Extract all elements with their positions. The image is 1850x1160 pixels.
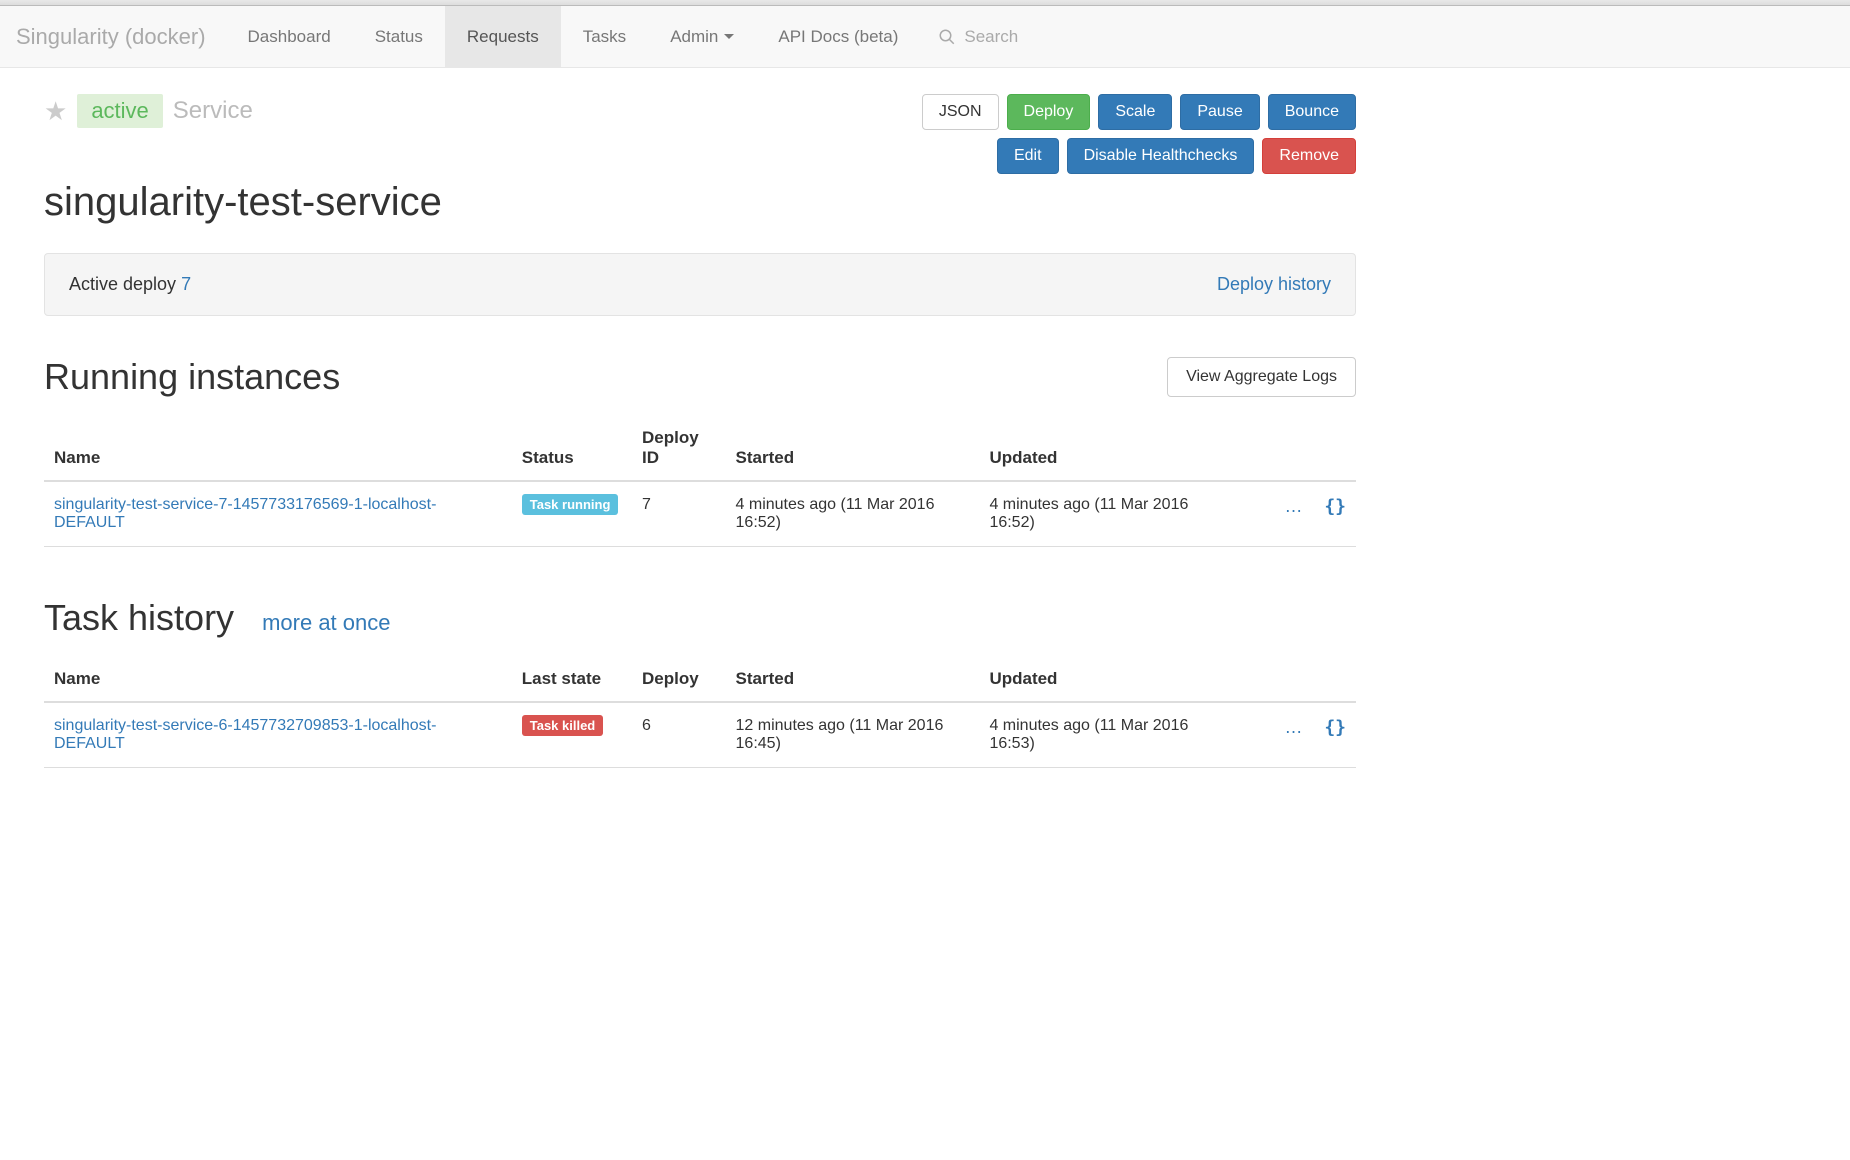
task-name-link[interactable]: singularity-test-service-7-1457733176569… bbox=[54, 496, 436, 531]
col-json bbox=[1314, 657, 1356, 702]
deploy-button[interactable]: Deploy bbox=[1007, 94, 1091, 130]
more-actions-icon[interactable]: … bbox=[1285, 717, 1304, 737]
started-cell: 12 minutes ago (11 Mar 2016 16:45) bbox=[726, 702, 980, 768]
more-at-once-link[interactable]: more at once bbox=[262, 610, 390, 635]
action-buttons: JSON Deploy Scale Pause Bounce Edit Disa… bbox=[922, 94, 1356, 174]
json-icon[interactable]: {} bbox=[1324, 717, 1346, 738]
col-actions bbox=[1233, 657, 1313, 702]
chevron-down-icon bbox=[724, 34, 734, 39]
col-actions bbox=[1233, 416, 1313, 481]
col-deploy-id[interactable]: Deploy ID bbox=[632, 416, 726, 481]
history-section-header: Task history more at once bbox=[44, 597, 1356, 639]
disable-healthchecks-button[interactable]: Disable Healthchecks bbox=[1067, 138, 1255, 174]
col-last-state[interactable]: Last state bbox=[512, 657, 632, 702]
type-label: Service bbox=[173, 97, 253, 125]
nav-status[interactable]: Status bbox=[353, 6, 445, 68]
navbar: Singularity (docker) Dashboard Status Re… bbox=[0, 6, 1850, 68]
running-title: Running instances bbox=[44, 356, 340, 398]
col-status[interactable]: Status bbox=[512, 416, 632, 481]
col-started[interactable]: Started bbox=[726, 657, 980, 702]
col-deploy[interactable]: Deploy bbox=[632, 657, 726, 702]
nav-requests[interactable]: Requests bbox=[445, 6, 561, 68]
table-row: singularity-test-service-7-1457733176569… bbox=[44, 481, 1356, 547]
started-cell: 4 minutes ago (11 Mar 2016 16:52) bbox=[726, 481, 980, 547]
status-badge: Task running bbox=[522, 494, 619, 515]
history-title: Task history more at once bbox=[44, 597, 390, 639]
updated-cell: 4 minutes ago (11 Mar 2016 16:53) bbox=[979, 702, 1233, 768]
col-name[interactable]: Name bbox=[44, 416, 512, 481]
nav-admin-label: Admin bbox=[670, 27, 718, 47]
header-badges: ★ active Service bbox=[44, 94, 253, 128]
active-deploy-info: Active deploy 7 bbox=[69, 274, 191, 295]
pause-button[interactable]: Pause bbox=[1180, 94, 1259, 130]
state-badge: active bbox=[77, 94, 162, 128]
task-name-link[interactable]: singularity-test-service-6-1457732709853… bbox=[54, 717, 436, 752]
table-header-row: Name Status Deploy ID Started Updated bbox=[44, 416, 1356, 481]
task-history-table: Name Last state Deploy Started Updated s… bbox=[44, 657, 1356, 768]
deploy-history-link[interactable]: Deploy history bbox=[1217, 274, 1331, 295]
main-content: ★ active Service JSON Deploy Scale Pause… bbox=[0, 68, 1400, 794]
json-button[interactable]: JSON bbox=[922, 94, 999, 130]
running-section-header: Running instances View Aggregate Logs bbox=[44, 356, 1356, 398]
header-row: ★ active Service JSON Deploy Scale Pause… bbox=[44, 94, 1356, 174]
bounce-button[interactable]: Bounce bbox=[1268, 94, 1356, 130]
nav-admin[interactable]: Admin bbox=[648, 6, 756, 68]
deploy-id-cell: 7 bbox=[632, 481, 726, 547]
search-input[interactable] bbox=[964, 27, 1084, 47]
col-name[interactable]: Name bbox=[44, 657, 512, 702]
brand[interactable]: Singularity (docker) bbox=[16, 24, 226, 50]
active-deploy-id[interactable]: 7 bbox=[181, 274, 191, 294]
table-header-row: Name Last state Deploy Started Updated bbox=[44, 657, 1356, 702]
col-updated[interactable]: Updated bbox=[979, 657, 1233, 702]
more-actions-icon[interactable]: … bbox=[1285, 496, 1304, 516]
running-instances-table: Name Status Deploy ID Started Updated si… bbox=[44, 416, 1356, 547]
col-started[interactable]: Started bbox=[726, 416, 980, 481]
search-icon bbox=[938, 28, 956, 46]
nav-tasks[interactable]: Tasks bbox=[561, 6, 648, 68]
star-icon[interactable]: ★ bbox=[44, 96, 67, 127]
updated-cell: 4 minutes ago (11 Mar 2016 16:52) bbox=[979, 481, 1233, 547]
status-badge: Task killed bbox=[522, 715, 604, 736]
search-wrap bbox=[938, 27, 1084, 47]
view-aggregate-logs-button[interactable]: View Aggregate Logs bbox=[1167, 357, 1356, 397]
col-updated[interactable]: Updated bbox=[979, 416, 1233, 481]
scale-button[interactable]: Scale bbox=[1098, 94, 1172, 130]
json-icon[interactable]: {} bbox=[1324, 496, 1346, 517]
nav-dashboard[interactable]: Dashboard bbox=[226, 6, 353, 68]
active-deploy-label: Active deploy bbox=[69, 274, 176, 294]
table-row: singularity-test-service-6-1457732709853… bbox=[44, 702, 1356, 768]
nav-api-docs[interactable]: API Docs (beta) bbox=[756, 6, 920, 68]
page-title: singularity-test-service bbox=[44, 180, 1356, 225]
active-deploy-well: Active deploy 7 Deploy history bbox=[44, 253, 1356, 316]
edit-button[interactable]: Edit bbox=[997, 138, 1059, 174]
col-json bbox=[1314, 416, 1356, 481]
remove-button[interactable]: Remove bbox=[1262, 138, 1356, 174]
history-title-text: Task history bbox=[44, 597, 234, 638]
deploy-cell: 6 bbox=[632, 702, 726, 768]
